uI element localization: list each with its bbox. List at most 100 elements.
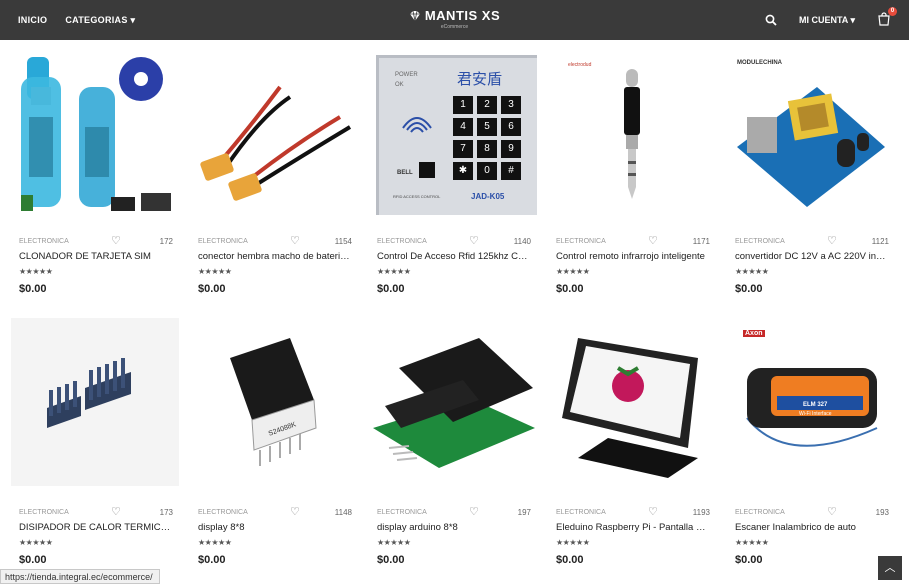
cart-count-badge: 0	[888, 7, 897, 16]
rfid-bell-label: BELL	[397, 170, 413, 176]
product-card[interactable]: S24088K ELECTRONICA ♡ 1148 display 8*8 ★★★…	[190, 318, 358, 566]
wishlist-heart-icon[interactable]: ♡	[648, 236, 658, 247]
rfid-ok-label: OK	[395, 82, 404, 88]
product-count: 172	[159, 237, 173, 246]
product-category: ELECTRONICA	[19, 509, 69, 516]
product-count: 1154	[334, 237, 352, 246]
account-menu[interactable]: MI CUENTA ▾	[799, 15, 855, 26]
heatsink-image	[47, 358, 131, 428]
product-name[interactable]: Control remoto infrarrojo inteligente	[556, 251, 708, 262]
product-count: 197	[517, 508, 531, 517]
product-card[interactable]: ELECTRONICA ♡ 197 display arduino 8*8 ★★★★…	[369, 318, 537, 566]
product-name[interactable]: conector hembra macho de bateria XT60	[198, 251, 350, 262]
browser-status-url: https://tienda.integral.ec/ecommerce/	[0, 569, 160, 584]
rating-stars: ★★★★★	[19, 267, 53, 276]
product-name[interactable]: display 8*8	[198, 522, 350, 533]
product-category: ELECTRONICA	[735, 509, 785, 516]
product-image[interactable]: electrodud	[548, 47, 716, 215]
obd-brand-label: Axon	[743, 330, 765, 337]
product-name[interactable]: Control De Acceso Rfid 125khz Con Teclad…	[377, 251, 529, 262]
wishlist-heart-icon[interactable]: ♡	[648, 507, 658, 518]
product-count: 193	[875, 508, 889, 517]
xt60-connector-image	[200, 85, 352, 201]
raspberry-pi-screen-image	[562, 338, 698, 478]
product-price: $0.00	[377, 283, 405, 295]
rating-stars: ★★★★★	[556, 267, 590, 276]
product-price: $0.00	[556, 554, 584, 566]
rating-stars: ★★★★★	[556, 538, 590, 547]
rfid-power-label: POWER	[395, 72, 418, 78]
product-card[interactable]: Axon ELM 327 Wi-Fi Interface ELECTRONICA…	[727, 318, 895, 566]
keypad-grid: 1 2 3 4 5 6 7 8 9 ✱ 0 #	[453, 96, 521, 180]
product-count: 1193	[692, 508, 710, 517]
product-price: $0.00	[19, 554, 47, 566]
product-count: 1121	[871, 237, 889, 246]
bell-icon	[419, 162, 435, 178]
rating-stars: ★★★★★	[377, 538, 411, 547]
product-price: $0.00	[377, 554, 405, 566]
wishlist-heart-icon[interactable]: ♡	[290, 507, 300, 518]
product-category: ELECTRONICA	[19, 238, 69, 245]
led-matrix-board-image	[373, 338, 535, 468]
product-image[interactable]: Axon ELM 327 Wi-Fi Interface	[727, 318, 895, 486]
product-count: 1171	[692, 237, 710, 246]
wishlist-heart-icon[interactable]: ♡	[111, 507, 121, 518]
wishlist-heart-icon[interactable]: ♡	[111, 236, 121, 247]
product-card[interactable]: ELECTRONICA ♡ 172 CLONADOR DE TARJETA SIM …	[11, 47, 179, 295]
account-label: MI CUENTA	[798, 14, 848, 25]
diamond-logo-icon	[409, 11, 420, 21]
product-name[interactable]: display arduino 8*8	[377, 522, 529, 533]
rating-stars: ★★★★★	[735, 267, 769, 276]
rating-stars: ★★★★★	[377, 267, 411, 276]
audio-jack-image	[624, 69, 640, 199]
product-card[interactable]: POWER OK 君安盾 1 2 3 4 5 6 7 8 9 ✱ 0 # BEL…	[369, 47, 537, 295]
product-category: ELECTRONICA	[198, 238, 248, 245]
wishlist-heart-icon[interactable]: ♡	[469, 236, 479, 247]
product-card[interactable]: ELECTRONICA ♡ 1154 conector hembra macho d…	[190, 47, 358, 295]
product-price: $0.00	[556, 283, 584, 295]
search-icon[interactable]	[765, 14, 777, 26]
product-card[interactable]: MODULECHINA ELECTRONICA ♡ 1121 convertidor…	[727, 47, 895, 295]
product-category: ELECTRONICA	[556, 238, 606, 245]
product-image[interactable]	[11, 318, 179, 486]
product-image[interactable]: POWER OK 君安盾 1 2 3 4 5 6 7 8 9 ✱ 0 # BEL…	[369, 47, 537, 215]
product-category: ELECTRONICA	[377, 238, 427, 245]
cart-button[interactable]: 0	[877, 7, 897, 28]
product-price: $0.00	[198, 283, 226, 295]
wishlist-heart-icon[interactable]: ♡	[827, 507, 837, 518]
product-image[interactable]: S24088K	[190, 318, 358, 486]
product-count: 1140	[513, 237, 531, 246]
wishlist-heart-icon[interactable]: ♡	[827, 236, 837, 247]
wishlist-heart-icon[interactable]: ♡	[469, 507, 479, 518]
wishlist-heart-icon[interactable]: ♡	[290, 236, 300, 247]
product-image[interactable]	[11, 47, 179, 215]
rfid-keypad-image: POWER OK 君安盾 1 2 3 4 5 6 7 8 9 ✱ 0 # BEL…	[376, 55, 537, 215]
product-image[interactable]	[548, 318, 716, 486]
product-count: 173	[159, 508, 173, 517]
product-name[interactable]: DISIPADOR DE CALOR TERMICOS	[19, 522, 171, 533]
rating-stars: ★★★★★	[198, 538, 232, 547]
rfid-model-label: JAD-K05	[471, 192, 505, 201]
product-price: $0.00	[19, 283, 47, 295]
product-card[interactable]: electrodud ELECTRONICA ♡ 1171 Control remo…	[548, 47, 716, 295]
jack-brand-label: electrodud	[568, 62, 592, 68]
sim-card-cloner-image	[21, 57, 171, 211]
product-name[interactable]: CLONADOR DE TARJETA SIM	[19, 251, 171, 262]
scroll-to-top-button[interactable]: ︿	[878, 556, 902, 580]
product-image[interactable]: MODULECHINA	[727, 47, 895, 215]
led-matrix-image	[230, 338, 317, 466]
rating-stars: ★★★★★	[19, 538, 53, 547]
obd-label: ELM 327	[803, 402, 828, 408]
product-card[interactable]: ELECTRONICA ♡ 173 DISIPADOR DE CALOR TERMI…	[11, 318, 179, 566]
brand-name: MANTIS XS	[424, 8, 501, 23]
product-price: $0.00	[735, 283, 763, 295]
product-card[interactable]: ELECTRONICA ♡ 1193 Eleduino Raspberry Pi -…	[548, 318, 716, 566]
product-name[interactable]: Escaner Inalambrico de auto	[735, 522, 887, 533]
rfid-wave-icon	[402, 117, 432, 133]
product-image[interactable]	[190, 47, 358, 215]
product-name[interactable]: convertidor DC 12V a AC 220V inversor	[735, 251, 887, 262]
product-image[interactable]	[369, 318, 537, 486]
product-category: ELECTRONICA	[735, 238, 785, 245]
product-name[interactable]: Eleduino Raspberry Pi - Pantalla táctil	[556, 522, 708, 533]
rating-stars: ★★★★★	[735, 538, 769, 547]
